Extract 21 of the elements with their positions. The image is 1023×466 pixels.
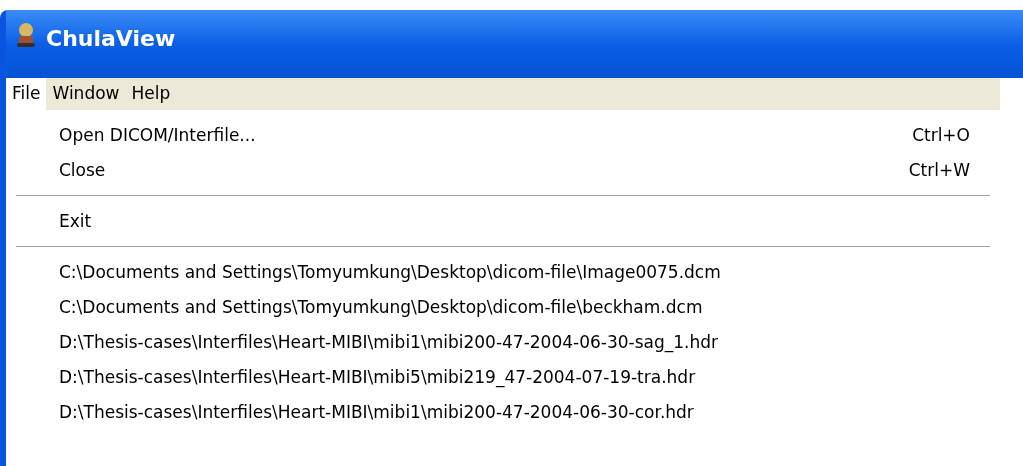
menu-option-label: C:\Documents and Settings\Tomyumkung\Desktop\dicom-file\beckham.dcm [59, 295, 704, 319]
menu-option-label: D:\Thesis-cases\Interfiles\Heart-MIBI\mibi5\mibi219_47-2004-07-19-tra.hdr [59, 365, 697, 390]
menu-option-label: Exit [59, 209, 93, 233]
shortcut-label: Ctrl+W [908, 158, 970, 182]
menu-option[interactable]: Open DICOM/Interfile... Ctrl+O [6, 118, 1000, 153]
menu-option-label: D:\Thesis-cases\Interfiles\Heart-MIBI\mibi1\mibi200-47-2004-06-30-sag_1.hdr [59, 330, 720, 355]
menu-option[interactable]: C:\Documents and Settings\Tomyumkung\Desktop\dicom-file\beckham.dcm [6, 290, 1000, 325]
menu-option[interactable]: D:\Thesis-cases\Interfiles\Heart-MIBI\mibi5\mibi219_47-2004-07-19-tra.hdr [6, 360, 1000, 395]
window-title: ChulaView [46, 25, 176, 53]
menu-option[interactable]: D:\Thesis-cases\Interfiles\Heart-MIBI\mibi1\mibi200-47-2004-06-30-cor.hdr [6, 395, 1000, 430]
menu-option[interactable]: D:\Thesis-cases\Interfiles\Heart-MIBI\mibi1\mibi200-47-2004-06-30-sag_1.hdr [6, 325, 1000, 360]
menu-option-label: Open DICOM/Interfile... [59, 123, 257, 147]
menu-item[interactable]: File [6, 78, 47, 110]
app-icon [14, 22, 38, 48]
menu-option-label: Close [59, 158, 107, 182]
menu-option[interactable]: Exit [6, 204, 1000, 239]
menu-option[interactable]: Close Ctrl+W [6, 153, 1000, 188]
shortcut-label: Ctrl+O [912, 123, 970, 147]
menu-option-label: D:\Thesis-cases\Interfiles\Heart-MIBI\mibi1\mibi200-47-2004-06-30-cor.hdr [59, 400, 695, 424]
menu-option-label: C:\Documents and Settings\Tomyumkung\Desktop\dicom-file\Image0075.dcm [59, 260, 722, 284]
menu-option[interactable]: C:\Documents and Settings\Tomyumkung\Desktop\dicom-file\Image0075.dcm [6, 255, 1000, 290]
